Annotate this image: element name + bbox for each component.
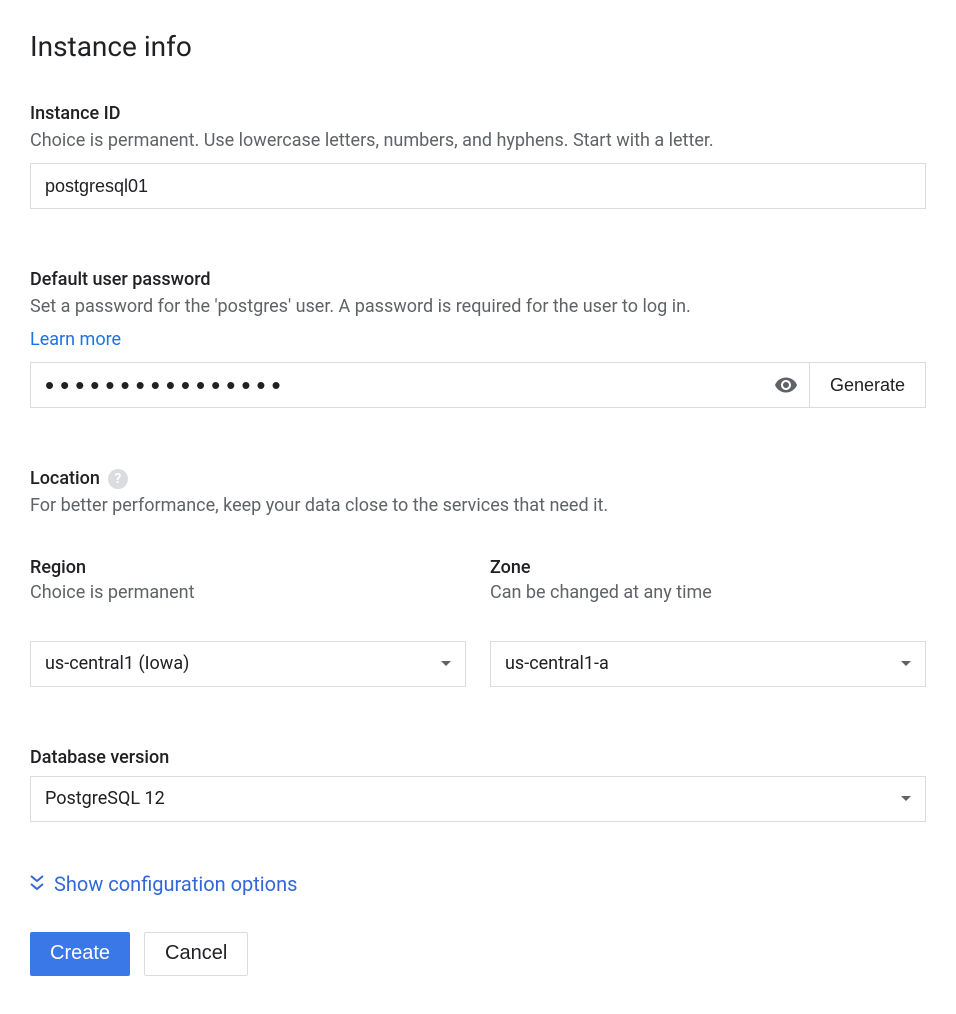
database-version-section: Database version PostgreSQL 12	[30, 747, 926, 822]
password-section: Default user password Set a password for…	[30, 269, 926, 408]
show-configuration-options-link[interactable]: Show configuration options	[30, 872, 926, 896]
create-button[interactable]: Create	[30, 932, 130, 976]
instance-id-hint: Choice is permanent. Use lowercase lette…	[30, 128, 926, 153]
visibility-icon[interactable]	[774, 373, 798, 397]
region-hint: Choice is permanent	[30, 582, 466, 603]
dropdown-arrow-icon	[901, 661, 911, 666]
help-icon[interactable]: ?	[108, 469, 128, 489]
location-label: Location ?	[30, 468, 926, 489]
cancel-button[interactable]: Cancel	[144, 932, 248, 976]
double-chevron-down-icon	[30, 872, 44, 896]
zone-hint: Can be changed at any time	[490, 582, 926, 603]
region-label: Region	[30, 557, 466, 578]
dropdown-arrow-icon	[901, 796, 911, 801]
zone-label: Zone	[490, 557, 926, 578]
database-version-label: Database version	[30, 747, 926, 768]
zone-column: Zone Can be changed at any time us-centr…	[490, 557, 926, 687]
database-version-value: PostgreSQL 12	[45, 788, 165, 809]
password-hint: Set a password for the 'postgres' user. …	[30, 294, 926, 319]
generate-button[interactable]: Generate	[810, 362, 926, 408]
database-version-select[interactable]: PostgreSQL 12	[30, 776, 926, 822]
password-label: Default user password	[30, 269, 926, 290]
dropdown-arrow-icon	[441, 661, 451, 666]
region-select[interactable]: us-central1 (Iowa)	[30, 641, 466, 687]
location-section: Location ? For better performance, keep …	[30, 468, 926, 686]
password-input[interactable]	[30, 362, 810, 408]
zone-value: us-central1-a	[505, 653, 609, 674]
expand-label: Show configuration options	[54, 872, 297, 896]
instance-id-input[interactable]	[30, 163, 926, 209]
region-value: us-central1 (Iowa)	[45, 653, 189, 674]
location-label-text: Location	[30, 468, 100, 489]
button-row: Create Cancel	[30, 932, 926, 976]
location-hint: For better performance, keep your data c…	[30, 493, 926, 518]
page-title: Instance info	[30, 30, 926, 63]
instance-id-label: Instance ID	[30, 103, 926, 124]
region-column: Region Choice is permanent us-central1 (…	[30, 557, 466, 687]
instance-id-section: Instance ID Choice is permanent. Use low…	[30, 103, 926, 209]
learn-more-link[interactable]: Learn more	[30, 329, 121, 350]
zone-select[interactable]: us-central1-a	[490, 641, 926, 687]
